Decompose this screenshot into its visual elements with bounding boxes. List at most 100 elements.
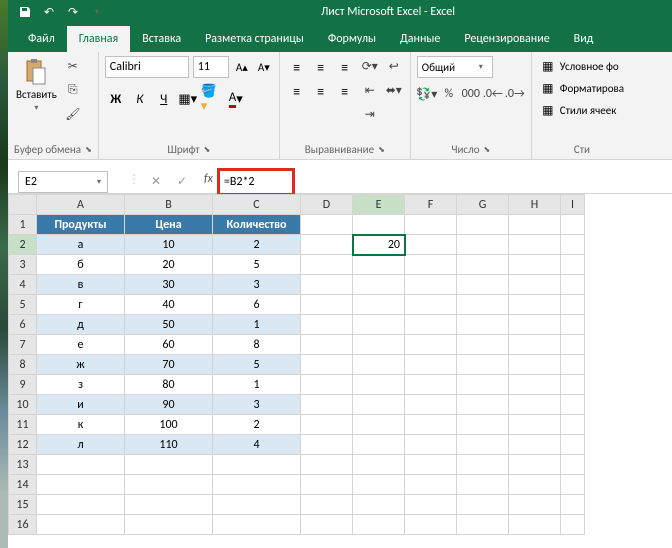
cell[interactable] bbox=[509, 515, 561, 535]
dialog-launcher-icon[interactable]: ⬊ bbox=[85, 145, 92, 155]
col-header-G[interactable]: G bbox=[457, 195, 509, 215]
cell[interactable] bbox=[301, 375, 353, 395]
cell[interactable] bbox=[353, 215, 405, 235]
increase-decimal-icon[interactable]: .0← bbox=[483, 84, 503, 104]
font-name-input[interactable] bbox=[105, 56, 189, 78]
cell[interactable] bbox=[301, 255, 353, 275]
cell[interactable]: 2 bbox=[213, 415, 301, 435]
col-header-B[interactable]: B bbox=[125, 195, 213, 215]
cell[interactable] bbox=[301, 275, 353, 295]
cell[interactable] bbox=[213, 515, 301, 535]
cell[interactable] bbox=[353, 475, 405, 495]
formula-input[interactable] bbox=[220, 172, 292, 192]
col-header-C[interactable]: C bbox=[213, 195, 301, 215]
undo-icon[interactable]: ↶ bbox=[42, 5, 56, 19]
cell[interactable] bbox=[457, 375, 509, 395]
row-header-3[interactable]: 3 bbox=[9, 255, 37, 275]
cell[interactable] bbox=[405, 415, 457, 435]
conditional-format-button[interactable]: ▦Условное фо bbox=[538, 56, 626, 76]
cell[interactable] bbox=[353, 335, 405, 355]
currency-icon[interactable]: 💱▾ bbox=[417, 84, 437, 104]
cell[interactable]: 5 bbox=[213, 255, 301, 275]
cell[interactable]: ж bbox=[37, 355, 125, 375]
cell[interactable] bbox=[405, 275, 457, 295]
cell[interactable] bbox=[509, 375, 561, 395]
cell[interactable] bbox=[405, 255, 457, 275]
table-header-cell[interactable]: Цена bbox=[125, 215, 213, 235]
col-header-I[interactable]: I bbox=[561, 195, 585, 215]
font-color-button[interactable]: A▾ bbox=[225, 88, 247, 110]
cell[interactable]: а bbox=[37, 235, 125, 255]
align-bottom-icon[interactable]: ≡ bbox=[334, 56, 356, 78]
save-icon[interactable] bbox=[18, 5, 32, 19]
cell[interactable] bbox=[353, 435, 405, 455]
cell[interactable] bbox=[301, 455, 353, 475]
percent-icon[interactable]: % bbox=[439, 84, 459, 104]
tab-file[interactable]: Файл bbox=[16, 26, 67, 52]
increase-indent-icon[interactable]: ⇥ bbox=[360, 104, 380, 124]
cell[interactable]: и bbox=[37, 395, 125, 415]
row-header-5[interactable]: 5 bbox=[9, 295, 37, 315]
cell[interactable] bbox=[509, 475, 561, 495]
cell[interactable] bbox=[509, 495, 561, 515]
cell[interactable]: 110 bbox=[125, 435, 213, 455]
cell[interactable]: 30 bbox=[125, 275, 213, 295]
fx-icon[interactable]: fx bbox=[204, 172, 213, 192]
cell[interactable] bbox=[125, 495, 213, 515]
cell[interactable]: 5 bbox=[213, 355, 301, 375]
decrease-font-icon[interactable]: A▾ bbox=[255, 56, 273, 78]
table-header-cell[interactable]: Продукты bbox=[37, 215, 125, 235]
cell[interactable]: к bbox=[37, 415, 125, 435]
row-header-10[interactable]: 10 bbox=[9, 395, 37, 415]
cell[interactable] bbox=[405, 375, 457, 395]
cell[interactable] bbox=[301, 355, 353, 375]
cell[interactable] bbox=[353, 455, 405, 475]
wrap-text-icon[interactable]: ↩ bbox=[384, 56, 404, 76]
align-center-icon[interactable]: ≡ bbox=[310, 80, 332, 102]
cell[interactable] bbox=[125, 515, 213, 535]
paste-button[interactable]: Вставить ▾ bbox=[14, 56, 59, 115]
cell[interactable]: 4 bbox=[213, 435, 301, 455]
chevron-down-icon[interactable]: ▾ bbox=[479, 62, 483, 78]
orientation-icon[interactable]: ⟳▾ bbox=[360, 56, 380, 76]
tab-home[interactable]: Главная bbox=[67, 26, 130, 52]
align-left-icon[interactable]: ≡ bbox=[286, 80, 308, 102]
cell[interactable] bbox=[301, 295, 353, 315]
cell[interactable] bbox=[457, 515, 509, 535]
cell[interactable] bbox=[509, 255, 561, 275]
cell[interactable] bbox=[301, 475, 353, 495]
row-header-6[interactable]: 6 bbox=[9, 315, 37, 335]
cell[interactable] bbox=[37, 495, 125, 515]
cell[interactable] bbox=[405, 455, 457, 475]
cell[interactable] bbox=[405, 295, 457, 315]
cell[interactable]: л bbox=[37, 435, 125, 455]
cell[interactable] bbox=[353, 415, 405, 435]
font-size-input[interactable] bbox=[193, 56, 229, 78]
align-right-icon[interactable]: ≡ bbox=[334, 80, 356, 102]
cell[interactable]: 8 bbox=[213, 335, 301, 355]
dialog-launcher-icon[interactable]: ⬊ bbox=[378, 145, 385, 155]
cell[interactable] bbox=[405, 495, 457, 515]
row-header-15[interactable]: 15 bbox=[9, 495, 37, 515]
cell[interactable] bbox=[457, 395, 509, 415]
cell[interactable] bbox=[353, 355, 405, 375]
cell[interactable]: 1 bbox=[213, 315, 301, 335]
cell[interactable] bbox=[561, 495, 585, 515]
cell[interactable] bbox=[301, 395, 353, 415]
cell[interactable] bbox=[301, 495, 353, 515]
cell[interactable]: 100 bbox=[125, 415, 213, 435]
row-header-13[interactable]: 13 bbox=[9, 455, 37, 475]
cell[interactable]: з bbox=[37, 375, 125, 395]
cell[interactable]: 3 bbox=[213, 395, 301, 415]
tab-layout[interactable]: Разметка страницы bbox=[193, 26, 316, 52]
cell[interactable] bbox=[125, 455, 213, 475]
cell[interactable] bbox=[353, 515, 405, 535]
cell[interactable] bbox=[405, 215, 457, 235]
cell[interactable]: 6 bbox=[213, 295, 301, 315]
row-header-1[interactable]: 1 bbox=[9, 215, 37, 235]
cell[interactable] bbox=[301, 235, 353, 255]
row-header-9[interactable]: 9 bbox=[9, 375, 37, 395]
cell[interactable] bbox=[301, 335, 353, 355]
fill-color-button[interactable]: 🪣▾ bbox=[201, 88, 223, 110]
cell[interactable] bbox=[353, 495, 405, 515]
